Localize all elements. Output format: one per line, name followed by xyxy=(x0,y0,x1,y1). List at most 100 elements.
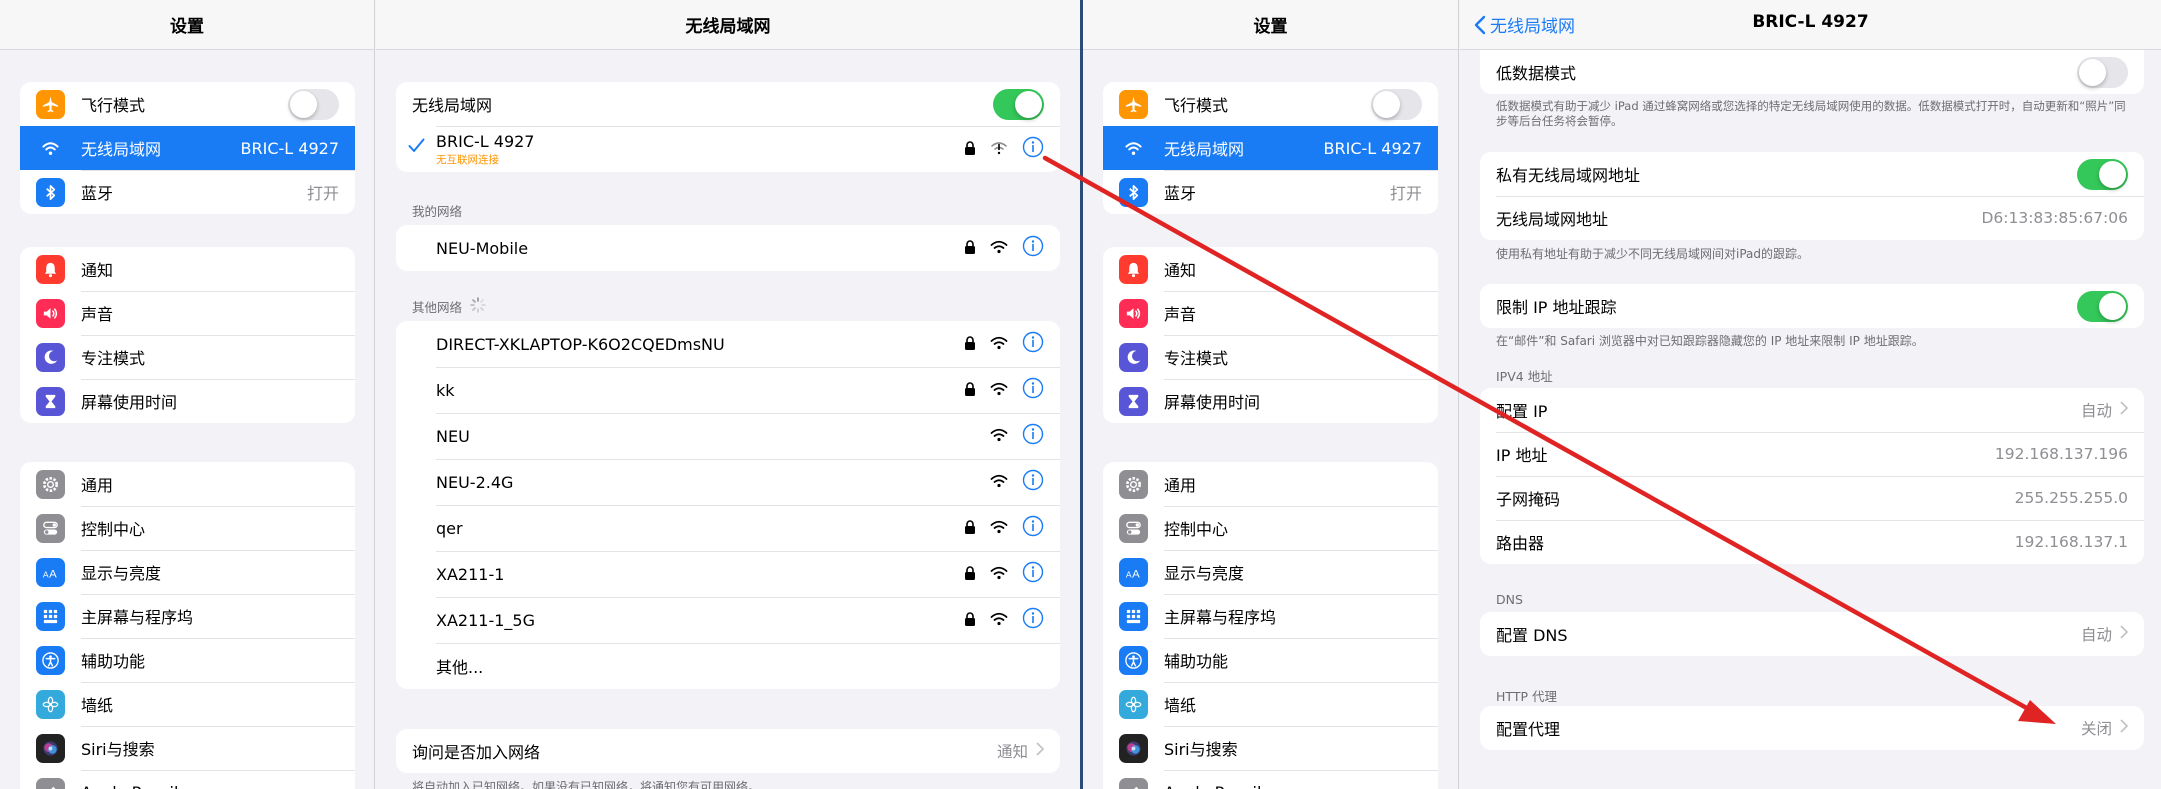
sidebar-item-label: Apple Pencil xyxy=(81,783,339,789)
sidebar-item-speaker[interactable]: 声音 xyxy=(1103,291,1438,335)
sidebar-item-pencil[interactable]: Apple Pencil xyxy=(1103,770,1438,789)
info-icon[interactable] xyxy=(1022,377,1044,403)
sidebar-item-text-size[interactable]: A A 显示与亮度 xyxy=(20,550,355,594)
sidebar-navbar: 设置 xyxy=(0,0,374,50)
sidebar-item-wifi[interactable]: 无线局域网 BRIC-L 4927 xyxy=(1103,126,1438,170)
other-networks-header: 其他网络 xyxy=(412,297,486,316)
other-network-row[interactable]: XA211-1_5G xyxy=(396,597,1060,643)
other-network-row[interactable]: XA211-1 xyxy=(396,551,1060,597)
ipv4-row: 路由器 192.168.137.1 xyxy=(1480,520,2144,564)
lock-icon xyxy=(964,611,976,630)
sidebar-item-accessibility[interactable]: 辅助功能 xyxy=(20,638,355,682)
sidebar-item-switches[interactable]: 控制中心 xyxy=(1103,506,1438,550)
sidebar-item-label: 无线局域网 xyxy=(1164,140,1245,159)
limit-ip-toggle[interactable] xyxy=(2077,290,2128,322)
sidebar-item-moon[interactable]: 专注模式 xyxy=(20,335,355,379)
private-addr-toggle[interactable] xyxy=(2077,158,2128,190)
right-screen: 设置 飞行模式 无线局域网 BRIC-L 4927 蓝牙 打开 通知 声音 专注模式 屏幕使用时… xyxy=(1083,0,2161,789)
sidebar-item-gear[interactable]: 通用 xyxy=(20,462,355,506)
info-icon[interactable] xyxy=(1022,136,1044,162)
sidebar-item-text-size[interactable]: A A 显示与亮度 xyxy=(1103,550,1438,594)
chevron-right-icon xyxy=(1036,742,1045,760)
other-network-row[interactable]: qer xyxy=(396,505,1060,551)
gear-icon xyxy=(36,469,65,499)
wifi-signal-icon xyxy=(990,565,1008,584)
config-proxy-row[interactable]: 配置代理 关闭 xyxy=(1480,706,2144,750)
info-icon[interactable] xyxy=(1022,469,1044,495)
sidebar-item-accessibility[interactable]: 辅助功能 xyxy=(1103,638,1438,682)
sidebar-item-gear[interactable]: 通用 xyxy=(1103,462,1438,506)
wifi-signal-icon xyxy=(990,473,1008,492)
sidebar-item-label: 墙纸 xyxy=(1164,696,1197,715)
svg-text:A: A xyxy=(1126,569,1132,579)
chevron-right-icon xyxy=(2120,401,2129,419)
dns-group: 配置 DNS 自动 xyxy=(1480,612,2144,656)
sidebar-item-value: 打开 xyxy=(306,184,339,203)
sidebar-item-grid[interactable]: 主屏幕与程序坞 xyxy=(20,594,355,638)
sidebar-item-flower[interactable]: 墙纸 xyxy=(20,682,355,726)
low-data-toggle[interactable] xyxy=(2077,56,2128,88)
sidebar-item-speaker[interactable]: 声音 xyxy=(20,291,355,335)
other-network-row[interactable]: NEU-2.4G xyxy=(396,459,1060,505)
sidebar-item-grid[interactable]: 主屏幕与程序坞 xyxy=(1103,594,1438,638)
checkmark-icon xyxy=(408,138,425,157)
sidebar-item-pencil[interactable]: Apple Pencil xyxy=(20,770,355,789)
sidebar-item-hourglass[interactable]: 屏幕使用时间 xyxy=(20,379,355,423)
sidebar-item-moon[interactable]: 专注模式 xyxy=(1103,335,1438,379)
sidebar-item-label: 屏幕使用时间 xyxy=(81,393,178,412)
sidebar-item-airplane[interactable]: 飞行模式 xyxy=(1103,82,1438,126)
airplane-toggle[interactable] xyxy=(288,88,339,120)
info-icon[interactable] xyxy=(1022,331,1044,357)
ipv4-key: IP 地址 xyxy=(1496,446,1548,465)
other-network-row[interactable]: kk xyxy=(396,367,1060,413)
sidebar-group: 通用控制中心 AA 显示与亮度主屏幕与程序坞辅助功能墙纸 Siri与搜索 Apple P… xyxy=(1103,462,1438,789)
sidebar-navbar-2: 设置 xyxy=(1083,0,1458,50)
speaker-icon xyxy=(1119,298,1148,328)
other-network-manual-row[interactable]: 其他... xyxy=(396,643,1060,689)
other-network-row[interactable]: DIRECT-XKLAPTOP-K6O2CQEDmsNU xyxy=(396,321,1060,367)
info-icon[interactable] xyxy=(1022,423,1044,449)
sidebar-item-siri[interactable]: Siri与搜索 xyxy=(20,726,355,770)
sidebar-item-bluetooth[interactable]: 蓝牙 打开 xyxy=(1103,170,1438,214)
sidebar-item-label: 蓝牙 xyxy=(1164,184,1197,203)
chevron-right-icon xyxy=(2120,719,2129,737)
text-size-icon: AA xyxy=(36,557,65,587)
sidebar-item-value: BRIC-L 4927 xyxy=(1323,138,1422,158)
sidebar-item-airplane[interactable]: 飞行模式 xyxy=(20,82,355,126)
sidebar-item-bell[interactable]: 通知 xyxy=(20,247,355,291)
grid-icon xyxy=(36,601,65,631)
grid-icon xyxy=(1119,601,1148,631)
sidebar-item-label: 飞行模式 xyxy=(1164,96,1229,115)
sidebar-item-bell[interactable]: 通知 xyxy=(1103,247,1438,291)
network-navbar: 无线局域网 BRIC-L 4927 xyxy=(1460,0,2161,50)
info-icon[interactable] xyxy=(1022,561,1044,587)
wifi-toggle[interactable] xyxy=(993,88,1044,120)
sidebar-item-hourglass[interactable]: 屏幕使用时间 xyxy=(1103,379,1438,423)
sidebar-item-label: Siri与搜索 xyxy=(81,740,155,759)
connected-network-row[interactable]: BRIC-L 4927 无互联网连接 xyxy=(396,126,1060,172)
ipv4-key: 配置 IP xyxy=(1496,402,1548,421)
siri-icon xyxy=(36,733,65,763)
lock-icon xyxy=(964,519,976,538)
sidebar-item-switches[interactable]: 控制中心 xyxy=(20,506,355,550)
my-network-row[interactable]: NEU-Mobile xyxy=(396,225,1060,271)
info-icon[interactable] xyxy=(1022,515,1044,541)
sidebar-item-label: 辅助功能 xyxy=(81,652,146,671)
ask-join-row[interactable]: 询问是否加入网络 通知 xyxy=(396,729,1060,773)
sidebar-item-bluetooth[interactable]: 蓝牙 打开 xyxy=(20,170,355,214)
info-icon[interactable] xyxy=(1022,607,1044,633)
settings-sidebar: 设置 飞行模式 无线局域网 BRIC-L 4927 蓝牙 打开通知 声音 专注模式屏幕使用时… xyxy=(0,0,375,789)
sidebar-item-siri[interactable]: Siri与搜索 xyxy=(1103,726,1438,770)
ipv4-row[interactable]: 配置 IP 自动 xyxy=(1480,388,2144,432)
ask-join-footnote: 将自动加入已知网络。如果没有已知网络，将通知您有可用网络。 xyxy=(412,780,761,789)
text-size-icon: AA xyxy=(1119,557,1148,587)
other-network-row[interactable]: NEU xyxy=(396,413,1060,459)
wifi-addr-row: 无线局域网地址 D6:13:83:85:67:06 xyxy=(1480,196,2144,240)
info-icon[interactable] xyxy=(1022,235,1044,261)
flower-icon xyxy=(36,689,65,719)
sidebar-item-flower[interactable]: 墙纸 xyxy=(1103,682,1438,726)
config-dns-row[interactable]: 配置 DNS 自动 xyxy=(1480,612,2144,656)
sidebar-item-wifi[interactable]: 无线局域网 BRIC-L 4927 xyxy=(20,126,355,170)
ask-join-value: 通知 xyxy=(996,743,1028,761)
airplane-toggle[interactable] xyxy=(1371,88,1422,120)
